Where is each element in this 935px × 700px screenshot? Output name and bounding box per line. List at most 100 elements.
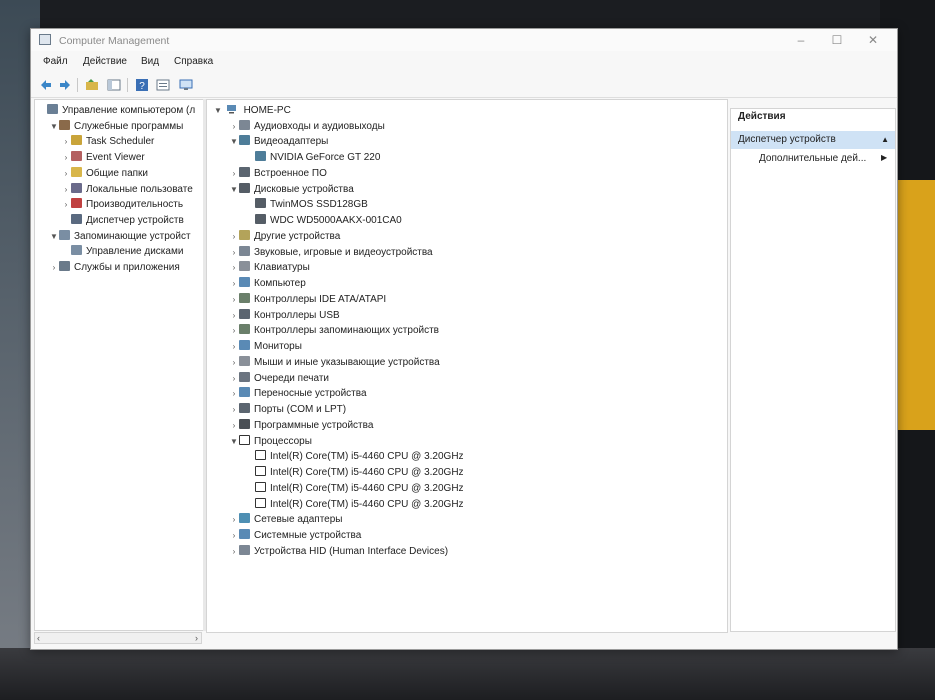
expand-chevron-icon[interactable]: ›	[61, 134, 71, 149]
expand-chevron-icon[interactable]: ›	[229, 402, 239, 417]
expand-chevron-icon[interactable]: ›	[61, 182, 71, 197]
scroll-left-icon[interactable]: ‹	[37, 633, 40, 643]
expand-chevron-icon[interactable]: ›	[229, 308, 239, 323]
device-item[interactable]: Intel(R) Core(TM) i5-4460 CPU @ 3.20GHz	[245, 481, 464, 496]
device-category[interactable]: › Встроенное ПО	[229, 166, 327, 181]
device-category[interactable]: › Контроллеры IDE ATA/ATAPI	[229, 292, 386, 307]
title-bar[interactable]: Computer Management – ☐ ✕	[31, 29, 897, 51]
collapse-chevron-icon[interactable]: ▼	[213, 103, 223, 118]
expand-chevron-icon[interactable]: ›	[229, 245, 239, 260]
device-category[interactable]: › Системные устройства	[229, 528, 361, 543]
expand-chevron-icon[interactable]: ›	[229, 418, 239, 433]
minimize-button[interactable]: –	[789, 33, 813, 47]
expand-chevron-icon[interactable]: ›	[229, 528, 239, 543]
tree-item[interactable]: Управление дисками	[61, 244, 183, 259]
expand-chevron-icon[interactable]: ›	[229, 339, 239, 354]
console-tree-horizontal-scrollbar[interactable]: ‹ ›	[34, 632, 202, 644]
tree-item[interactable]: › Производительность	[61, 197, 183, 212]
print-queue-icon	[239, 371, 250, 382]
expand-chevron-icon[interactable]: ›	[229, 166, 239, 181]
device-category[interactable]: › Переносные устройства	[229, 386, 367, 401]
device-category[interactable]: › Аудиовходы и аудиовыходы	[229, 119, 385, 134]
tree-item[interactable]: › Службы и приложения	[49, 260, 180, 275]
device-category[interactable]: › Клавиатуры	[229, 260, 310, 275]
scan-hardware-icon[interactable]	[179, 78, 193, 92]
tree-item[interactable]: › Общие папки	[61, 166, 148, 181]
tree-item[interactable]: ▼ Запоминающие устройст	[49, 229, 191, 244]
expand-chevron-icon[interactable]: ›	[229, 260, 239, 275]
close-button[interactable]: ✕	[861, 33, 885, 47]
submenu-arrow-icon[interactable]: ▶	[881, 153, 887, 162]
more-actions-item[interactable]: Дополнительные дей...	[759, 153, 866, 164]
collapse-chevron-icon[interactable]: ▼	[229, 134, 239, 149]
menu-action[interactable]: Действие	[83, 56, 127, 67]
collapse-caret-icon[interactable]: ▲	[881, 131, 889, 149]
device-category[interactable]: › Мыши и иные указывающие устройства	[229, 355, 440, 370]
expand-chevron-icon[interactable]: ›	[229, 292, 239, 307]
expand-chevron-icon[interactable]: ›	[61, 197, 71, 212]
expand-chevron-icon[interactable]: ›	[49, 260, 59, 275]
expand-chevron-icon[interactable]: ›	[229, 323, 239, 338]
expand-chevron-icon[interactable]: ›	[229, 276, 239, 291]
expand-chevron-icon[interactable]: ›	[229, 386, 239, 401]
device-category[interactable]: › Программные устройства	[229, 418, 373, 433]
menu-help[interactable]: Справка	[174, 56, 213, 67]
actions-section-device-manager[interactable]: Диспетчер устройств ▲	[731, 131, 895, 149]
expand-chevron-icon[interactable]: ›	[61, 150, 71, 165]
expand-chevron-icon[interactable]: ›	[229, 371, 239, 386]
device-item[interactable]: Intel(R) Core(TM) i5-4460 CPU @ 3.20GHz	[245, 497, 464, 512]
collapse-chevron-icon[interactable]: ▼	[49, 119, 59, 134]
properties-icon[interactable]	[156, 78, 170, 92]
device-tree-root[interactable]: ▼ HOME-PC	[213, 103, 291, 118]
device-item[interactable]: WDC WD5000AAKX-001CA0	[245, 213, 402, 228]
tree-item-label: Службы и приложения	[74, 262, 180, 273]
device-category[interactable]: › Контроллеры запоминающих устройств	[229, 323, 439, 338]
device-category[interactable]: ▼ Процессоры	[229, 434, 312, 449]
device-category[interactable]: › Порты (COM и LPT)	[229, 402, 346, 417]
tree-item[interactable]: Диспетчер устройств	[61, 213, 184, 228]
device-tree-pane[interactable]: ▼ HOME-PC › Аудиовходы и аудиовыходы ▼ Виде…	[206, 99, 728, 633]
collapse-chevron-icon[interactable]: ▼	[49, 229, 59, 244]
maximize-button[interactable]: ☐	[825, 33, 849, 47]
device-item[interactable]: Intel(R) Core(TM) i5-4460 CPU @ 3.20GHz	[245, 449, 464, 464]
show-hide-console-tree-icon[interactable]	[107, 78, 121, 92]
up-folder-icon[interactable]	[85, 78, 99, 92]
back-arrow-icon[interactable]	[39, 78, 53, 92]
device-label: Intel(R) Core(TM) i5-4460 CPU @ 3.20GHz	[270, 467, 464, 478]
expand-chevron-icon[interactable]: ›	[229, 355, 239, 370]
menu-view[interactable]: Вид	[141, 56, 159, 67]
expand-chevron-icon[interactable]: ›	[61, 166, 71, 181]
device-category[interactable]: ▼ Видеоадаптеры	[229, 134, 328, 149]
device-category[interactable]: ▼ Дисковые устройства	[229, 182, 354, 197]
scroll-right-icon[interactable]: ›	[195, 633, 198, 643]
device-category[interactable]: › Звуковые, игровые и видеоустройства	[229, 245, 433, 260]
device-category[interactable]: › Очереди печати	[229, 371, 329, 386]
device-category[interactable]: › Компьютер	[229, 276, 306, 291]
device-label: Встроенное ПО	[254, 167, 327, 179]
device-category[interactable]: › Другие устройства	[229, 229, 340, 244]
expand-chevron-icon[interactable]: ›	[229, 119, 239, 134]
forward-arrow-icon[interactable]	[58, 78, 72, 92]
collapse-chevron-icon[interactable]: ▼	[229, 434, 239, 449]
device-item[interactable]: NVIDIA GeForce GT 220	[245, 150, 380, 165]
device-category[interactable]: › Устройства HID (Human Interface Devices…	[229, 544, 448, 559]
device-category[interactable]: › Контроллеры USB	[229, 308, 340, 323]
device-category[interactable]: › Сетевые адаптеры	[229, 512, 342, 527]
device-item[interactable]: Intel(R) Core(TM) i5-4460 CPU @ 3.20GHz	[245, 465, 464, 480]
tree-item[interactable]: › Task Scheduler	[61, 134, 154, 149]
tree-item[interactable]: › Event Viewer	[61, 150, 145, 165]
device-item[interactable]: TwinMOS SSD128GB	[245, 197, 368, 212]
expand-chevron-icon[interactable]: ›	[229, 544, 239, 559]
tree-item[interactable]: › Локальные пользовате	[61, 182, 193, 197]
expand-chevron-icon[interactable]: ›	[229, 229, 239, 244]
expand-chevron-icon[interactable]: ›	[229, 512, 239, 527]
device-category[interactable]: › Мониторы	[229, 339, 302, 354]
menu-file[interactable]: Файл	[43, 56, 68, 67]
tree-item[interactable]: ▼ Служебные программы	[49, 119, 183, 134]
console-tree-pane[interactable]: Управление компьютером (л ▼ Служебные прог…	[34, 99, 204, 631]
device-label: Звуковые, игровые и видеоустройства	[254, 246, 433, 258]
tree-item[interactable]: Управление компьютером (л	[37, 103, 195, 118]
collapse-chevron-icon[interactable]: ▼	[229, 182, 239, 197]
computer-icon	[239, 277, 250, 287]
help-icon[interactable]: ?	[135, 78, 149, 92]
